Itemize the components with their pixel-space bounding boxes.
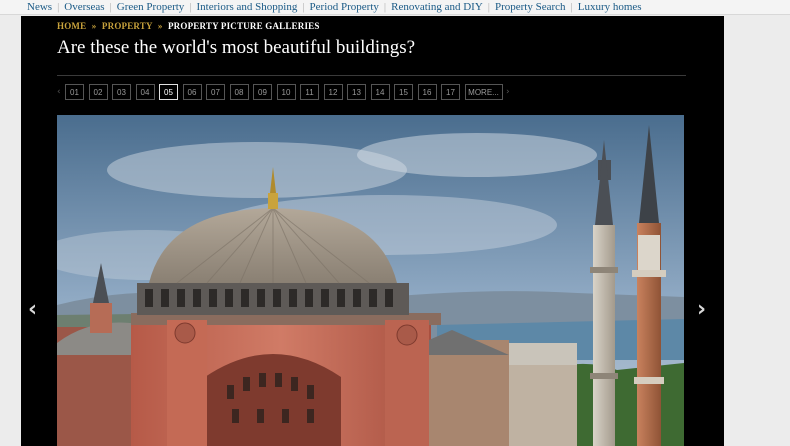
pager-next-arrow-icon[interactable]: › <box>506 87 514 97</box>
pager-page-13[interactable]: 13 <box>347 84 366 100</box>
pager-page-12[interactable]: 12 <box>323 84 343 100</box>
nav-green-property[interactable]: Green Property <box>117 1 185 13</box>
nav-separator: | <box>57 1 60 13</box>
nav-renovating-diy[interactable]: Renovating and DIY <box>391 1 483 13</box>
breadcrumb-separator: » <box>157 21 163 31</box>
breadcrumb-property[interactable]: PROPERTY <box>102 21 152 31</box>
nav-separator: | <box>302 1 305 13</box>
breadcrumb-home[interactable]: HOME <box>57 21 86 31</box>
gallery-next-arrow-icon[interactable]: › <box>697 299 706 321</box>
nav-interiors-shopping[interactable]: Interiors and Shopping <box>197 1 298 13</box>
nav-overseas[interactable]: Overseas <box>64 1 104 13</box>
pager-page-05-active[interactable]: 05 <box>159 84 178 100</box>
pager-page-10[interactable]: 10 <box>276 84 296 100</box>
pager-page-16[interactable]: 16 <box>417 84 437 100</box>
pager-page-17[interactable]: 17 <box>441 84 460 100</box>
nav-property-search[interactable]: Property Search <box>495 1 566 13</box>
gallery-title: Are these the world's most beautiful bui… <box>57 37 416 58</box>
pager-page-14[interactable]: 14 <box>370 84 390 100</box>
nav-luxury-homes[interactable]: Luxury homes <box>578 1 642 13</box>
nav-news[interactable]: News <box>27 1 52 13</box>
nav-separator: | <box>109 1 112 13</box>
pager-page-02[interactable]: 02 <box>88 84 108 100</box>
pager-page-08[interactable]: 08 <box>229 84 249 100</box>
pager-page-03[interactable]: 03 <box>112 84 131 100</box>
breadcrumb: HOME » PROPERTY » PROPERTY PICTURE GALLE… <box>57 21 320 31</box>
pager-page-01[interactable]: 01 <box>65 84 84 100</box>
nav-separator: | <box>383 1 387 13</box>
pager-page-06[interactable]: 06 <box>182 84 202 100</box>
nav-separator: | <box>487 1 490 13</box>
pager-page-11[interactable]: 11 <box>300 84 319 100</box>
breadcrumb-current: PROPERTY PICTURE GALLERIES <box>167 21 320 31</box>
gallery-pager: ‹ 01 02 03 04 05 06 07 08 09 10 11 12 13… <box>57 84 514 100</box>
pager-page-07[interactable]: 07 <box>206 84 225 100</box>
pager-page-09[interactable]: 09 <box>253 84 272 100</box>
nav-separator: | <box>570 1 573 13</box>
nav-period-property[interactable]: Period Property <box>310 1 379 13</box>
pager-more-button[interactable]: MORE... <box>464 84 503 100</box>
gallery-photo <box>57 115 684 446</box>
pager-prev-arrow-icon[interactable]: ‹ <box>57 87 65 97</box>
gallery-panel: HOME » PROPERTY » PROPERTY PICTURE GALLE… <box>21 16 724 446</box>
pager-page-15[interactable]: 15 <box>394 84 413 100</box>
nav-separator: | <box>189 1 192 13</box>
top-navigation: News | Overseas | Green Property | Inter… <box>0 0 790 15</box>
breadcrumb-separator: » <box>91 21 97 31</box>
pager-page-04[interactable]: 04 <box>135 84 155 100</box>
gallery-prev-arrow-icon[interactable]: ‹ <box>28 299 37 321</box>
title-divider <box>57 75 686 76</box>
